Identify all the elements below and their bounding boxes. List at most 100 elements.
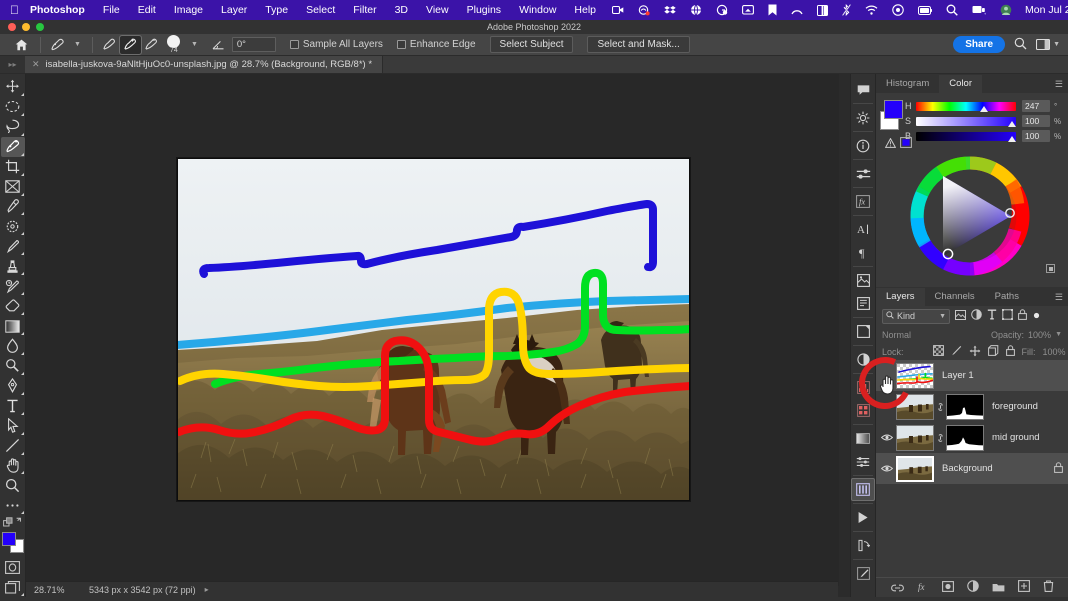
filter-shape-icon[interactable] — [1002, 307, 1013, 325]
menu-item-file[interactable]: File — [94, 4, 129, 16]
line-tool[interactable] — [1, 436, 25, 456]
lock-position-icon[interactable] — [969, 345, 981, 359]
tab-color[interactable]: Color — [939, 75, 982, 93]
filter-type-icon[interactable] — [987, 307, 997, 325]
add-mask-icon[interactable] — [941, 579, 954, 597]
menu-item-image[interactable]: Image — [165, 4, 212, 16]
color-wheel-icon[interactable] — [910, 156, 1030, 276]
selection-add-icon[interactable] — [118, 34, 142, 55]
document-tab[interactable]: ✕ isabella-juskova-9aNltHjuOc0-unsplash.… — [25, 56, 384, 73]
airplay-icon[interactable] — [735, 4, 761, 16]
tab-paths[interactable]: Paths — [985, 288, 1029, 306]
document-canvas[interactable] — [177, 158, 690, 501]
layer-row-mid-ground[interactable]: mid ground — [876, 422, 1068, 453]
layer-row-layer-1[interactable]: Layer 1 — [876, 360, 1068, 391]
foreground-color-swatch[interactable] — [884, 100, 903, 119]
layer-thumbnail[interactable] — [896, 424, 934, 451]
chevron-right-icon[interactable]: ▸ — [205, 585, 209, 594]
properties-sliders-icon[interactable] — [851, 450, 875, 473]
menu-item-type[interactable]: Type — [256, 4, 297, 16]
layer-name[interactable]: mid ground — [992, 432, 1063, 443]
gradient-tool[interactable] — [1, 316, 25, 336]
gradient-panel-icon[interactable] — [851, 427, 875, 450]
elliptical-marquee-tool[interactable] — [1, 97, 25, 117]
panel-menu-icon[interactable]: ☰ — [1055, 292, 1063, 303]
foreground-color-swatch[interactable] — [1, 532, 16, 547]
screen-record-icon[interactable] — [605, 5, 631, 15]
frame-tool[interactable] — [1, 177, 25, 197]
share-button[interactable]: Share — [953, 36, 1006, 53]
gamut-warning-icon[interactable] — [884, 135, 897, 153]
layer-row-background[interactable]: Background — [876, 453, 1068, 484]
control-center-icon[interactable] — [885, 4, 911, 16]
timeline-play-icon[interactable] — [851, 506, 875, 529]
canvas-vertical-scrollbar[interactable] — [839, 74, 850, 586]
foreground-background-color[interactable] — [1, 532, 24, 554]
angle-field[interactable]: 0° — [231, 37, 276, 52]
brightness-value[interactable]: 100 — [1022, 130, 1050, 142]
layer-thumbnail[interactable] — [896, 362, 934, 389]
selection-new-icon[interactable] — [99, 36, 120, 54]
layer-name[interactable]: foreground — [992, 401, 1063, 412]
brush-tool[interactable] — [1, 236, 25, 256]
menu-item-view[interactable]: View — [417, 4, 458, 16]
new-layer-icon[interactable] — [1017, 579, 1030, 597]
saturation-value[interactable]: 100 — [1022, 115, 1050, 127]
type-tool[interactable] — [1, 396, 25, 416]
slider-knob[interactable] — [1008, 120, 1016, 127]
layer-visibility-toggle[interactable] — [878, 433, 896, 442]
close-icon[interactable]: ✕ — [32, 59, 40, 70]
select-subject-button[interactable]: Select Subject — [489, 36, 574, 53]
lock-transparency-icon[interactable] — [932, 345, 944, 358]
blur-tool[interactable] — [1, 336, 25, 356]
filter-toggle-icon[interactable] — [1032, 307, 1041, 325]
comments-icon[interactable] — [851, 78, 875, 101]
color-swatch-stack[interactable] — [880, 100, 903, 130]
quick-selection-brush-icon[interactable] — [47, 36, 69, 54]
brushes-icon[interactable] — [851, 562, 875, 585]
quick-mask-icon[interactable] — [1, 557, 25, 577]
menu-item-window[interactable]: Window — [510, 4, 565, 16]
fill-value[interactable]: 100% — [1043, 347, 1066, 357]
grammarly-icon[interactable] — [709, 4, 735, 16]
maximize-window-button[interactable] — [36, 23, 44, 31]
enhance-edge-checkbox[interactable]: Enhance Edge — [396, 39, 476, 50]
adjustments-sliders-icon[interactable] — [851, 162, 875, 185]
zoom-tool[interactable] — [1, 475, 25, 495]
brush-options-chevron-down-icon[interactable]: ▼ — [186, 41, 203, 48]
zoom-level[interactable]: 28.71% — [34, 585, 89, 595]
search-icon[interactable] — [1014, 37, 1027, 53]
clone-stamp-tool[interactable] — [1, 256, 25, 276]
menu-item-plugins[interactable]: Plugins — [458, 4, 510, 16]
chevron-down-icon[interactable]: ▼ — [69, 41, 86, 48]
globe-icon[interactable] — [683, 4, 709, 16]
tab-channels[interactable]: Channels — [925, 288, 985, 306]
add-fx-icon[interactable]: fx — [917, 579, 929, 597]
layers-panel-icon[interactable] — [851, 478, 875, 501]
histogram-icon[interactable] — [851, 376, 875, 399]
menu-item-edit[interactable]: Edit — [129, 4, 165, 16]
canvas-area[interactable] — [26, 74, 850, 597]
layer-thumbnail[interactable] — [896, 393, 934, 420]
arc-icon[interactable] — [784, 5, 810, 16]
select-and-mask-button[interactable]: Select and Mask... — [587, 36, 690, 53]
lock-image-icon[interactable] — [951, 345, 962, 358]
delete-layer-icon[interactable] — [1043, 579, 1054, 597]
color-wheel[interactable] — [884, 153, 1062, 281]
brightness-slider[interactable] — [916, 131, 1016, 142]
filter-pixel-icon[interactable] — [955, 307, 966, 325]
battery-icon[interactable] — [911, 5, 939, 15]
selection-subtract-icon[interactable] — [141, 36, 162, 54]
chevron-down-icon[interactable]: ▼ — [1053, 41, 1060, 48]
dodge-tool[interactable] — [1, 356, 25, 376]
layer-mask-thumbnail[interactable] — [946, 424, 984, 451]
new-adjustment-layer-icon[interactable] — [966, 579, 979, 597]
lasso-tool[interactable] — [1, 117, 25, 137]
menu-item-3d[interactable]: 3D — [386, 4, 417, 16]
workspace-switcher-icon[interactable]: ▼ — [1036, 39, 1060, 50]
layer-thumbnail[interactable] — [896, 455, 934, 482]
layer-filter-kind-select[interactable]: Kind ▼ — [882, 308, 950, 324]
hue-value[interactable]: 247 — [1022, 100, 1050, 112]
layer-comps-icon[interactable] — [851, 320, 875, 343]
new-group-icon[interactable] — [992, 579, 1005, 597]
